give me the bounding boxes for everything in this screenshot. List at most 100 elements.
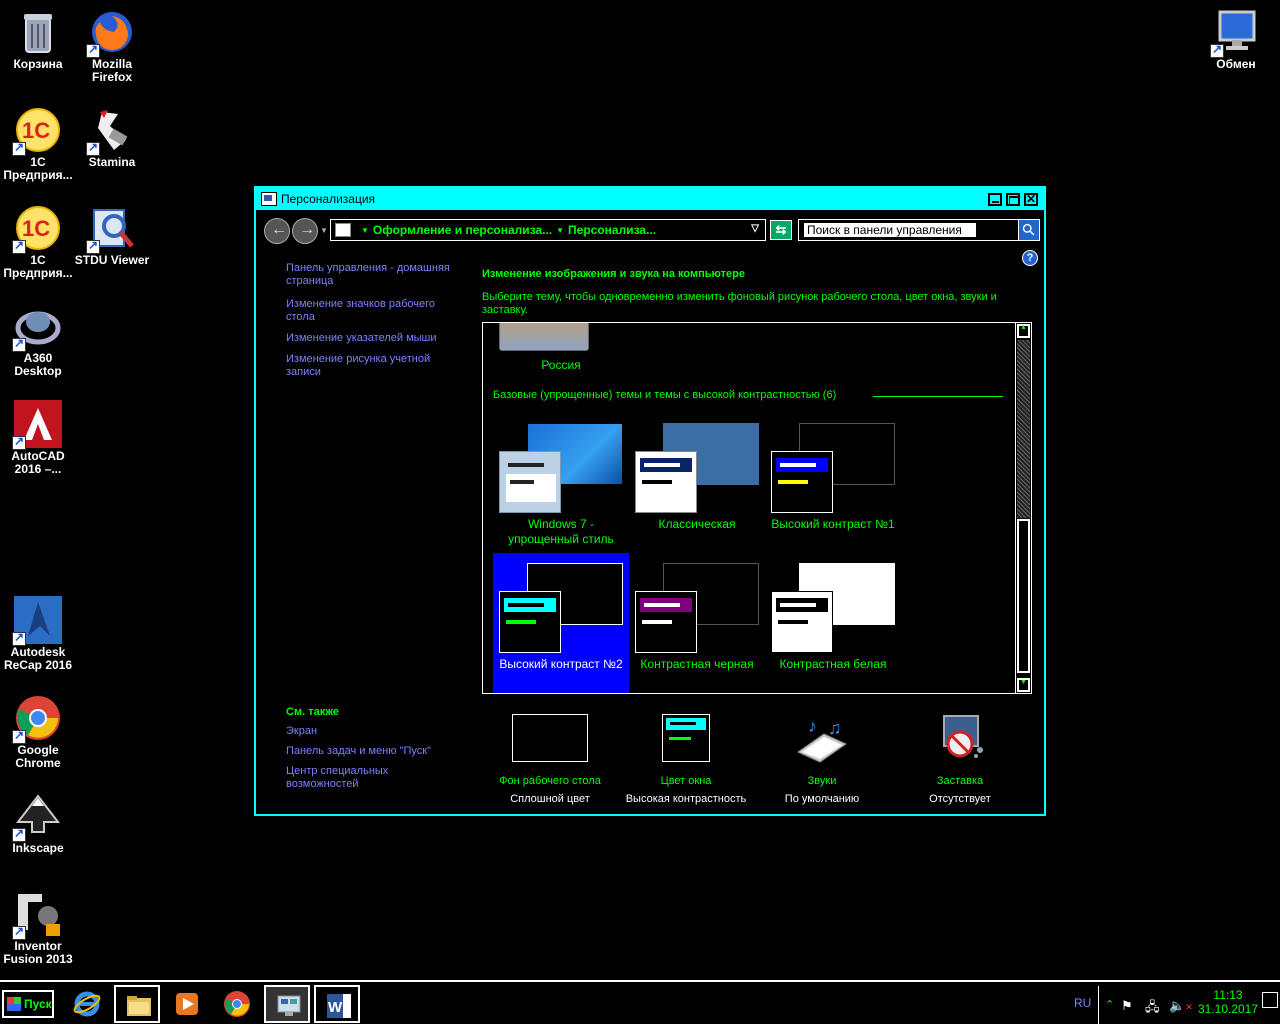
theme-russia-thumbnail[interactable] xyxy=(499,323,589,351)
taskbar-app-media-player[interactable] xyxy=(164,985,210,1023)
taskbar-app-chrome[interactable] xyxy=(214,985,260,1023)
theme-windows7-basic[interactable]: Windows 7 - упрощенный стиль xyxy=(493,413,629,553)
breadcrumb-item[interactable]: Персонализа... xyxy=(568,223,656,237)
theme-preview-window xyxy=(771,591,833,653)
help-button[interactable]: ? xyxy=(1022,250,1038,266)
desktop-icon-1c-a[interactable]: 1С 1C Предприя... xyxy=(0,106,76,182)
clock[interactable]: 11:13 31.10.2017 xyxy=(1190,988,1266,1016)
forward-button[interactable] xyxy=(292,218,318,244)
window-title: Персонализация xyxy=(281,192,376,206)
search-input[interactable] xyxy=(803,222,977,238)
desktop-icon-a360[interactable]: A360 Desktop xyxy=(0,302,76,378)
link-taskbar-start-menu[interactable]: Панель задач и меню "Пуск" xyxy=(286,745,462,758)
search-box[interactable] xyxy=(798,219,1020,241)
start-button[interactable]: Пуск xyxy=(2,990,54,1018)
desktop-icon-obmen[interactable]: Обмен xyxy=(1198,8,1274,71)
folder-icon xyxy=(127,996,151,1016)
theme-label: Высокий контраст №1 xyxy=(771,517,895,531)
shortcut-arrow-icon xyxy=(12,336,26,352)
scroll-down-button[interactable] xyxy=(1017,678,1030,692)
minimize-button[interactable] xyxy=(988,193,1002,206)
setting-name[interactable]: Фон рабочего стола xyxy=(482,774,618,788)
desktop-icon-label: AutoCAD 2016 –... xyxy=(11,449,65,476)
title-bar[interactable]: Персонализация xyxy=(256,188,1044,210)
chevron-right-icon[interactable]: ▼ xyxy=(556,226,564,235)
desktop-icon-recap[interactable]: Autodesk ReCap 2016 xyxy=(0,596,76,672)
desktop-icon-inventor-fusion[interactable]: Inventor Fusion 2013 xyxy=(0,890,76,966)
desktop-icon-firefox[interactable]: Mozilla Firefox xyxy=(74,8,150,84)
show-desktop-button[interactable] xyxy=(1262,992,1278,1008)
theme-high-contrast-2[interactable]: Высокий контраст №2 xyxy=(493,553,629,693)
shortcut-arrow-icon xyxy=(1210,42,1224,58)
desktop-icon-label: Inkscape xyxy=(12,841,64,855)
link-ease-of-access[interactable]: Центр специальных возможностей xyxy=(286,765,462,791)
taskbar-app-explorer[interactable] xyxy=(114,985,160,1023)
setting-sounds[interactable]: ♪ ♫ Звуки По умолчанию xyxy=(754,714,890,806)
desktop-icon-inkscape[interactable]: Inkscape xyxy=(0,792,76,855)
theme-contrast-black[interactable]: Контрастная черная xyxy=(629,553,765,693)
theme-preview-window xyxy=(635,591,697,653)
setting-desktop-background[interactable]: Фон рабочего стола Сплошной цвет xyxy=(482,714,618,806)
taskbar-app-word[interactable]: W xyxy=(314,985,360,1023)
setting-window-color[interactable]: Цвет окна Высокая контрастность xyxy=(618,714,754,806)
1c-icon: 1С xyxy=(12,106,62,156)
link-change-mouse-pointers[interactable]: Изменение указателей мыши xyxy=(286,332,462,345)
taskbar-app-control-panel[interactable] xyxy=(264,985,310,1023)
desktop-icon-label: Обмен xyxy=(1216,57,1256,71)
language-indicator[interactable]: RU xyxy=(1074,996,1091,1010)
desktop-icon-1c-b[interactable]: 1С 1C Предприя... xyxy=(0,204,76,280)
show-hidden-icons-icon[interactable]: ⌃ xyxy=(1105,998,1114,1011)
link-control-panel-home[interactable]: Панель управления - домашняя страница xyxy=(286,262,462,288)
setting-screensaver[interactable]: Заставка Отсутствует xyxy=(892,714,1028,806)
desktop-icon-label: 1C Предприя... xyxy=(3,155,73,182)
theme-russia-label[interactable]: Россия xyxy=(499,358,623,372)
link-display[interactable]: Экран xyxy=(286,725,462,738)
action-center-flag-icon[interactable]: ⚑ xyxy=(1121,998,1133,1014)
theme-classic[interactable]: Классическая xyxy=(629,413,765,553)
desktop-icon-stdu-viewer[interactable]: STDU Viewer xyxy=(74,204,150,267)
recent-pages-dropdown-icon[interactable]: ▼ xyxy=(320,226,328,235)
theme-list-scrollbar[interactable] xyxy=(1015,323,1031,693)
recap-icon xyxy=(12,596,62,646)
close-button[interactable] xyxy=(1024,192,1038,206)
taskbar-app-ie[interactable] xyxy=(64,985,110,1023)
theme-contrast-white[interactable]: Контрастная белая xyxy=(765,553,901,693)
desktop-icon-label: STDU Viewer xyxy=(74,253,150,267)
refresh-button[interactable]: ⇆ xyxy=(770,220,792,240)
desktop-icon-stamina[interactable]: Stamina xyxy=(74,106,150,169)
setting-name[interactable]: Заставка xyxy=(892,774,1028,788)
back-button[interactable] xyxy=(264,218,290,244)
stamina-icon xyxy=(86,106,136,156)
link-change-account-picture[interactable]: Изменение рисунка учетной записи xyxy=(286,353,462,379)
desktop-icon-recycle-bin[interactable]: Корзина xyxy=(0,8,76,71)
network-icon[interactable]: 🖧 xyxy=(1145,998,1160,1020)
setting-name[interactable]: Цвет окна xyxy=(618,774,754,788)
scroll-track[interactable] xyxy=(1017,340,1030,518)
see-also-section: См. также Экран Панель задач и меню "Пус… xyxy=(286,706,462,798)
maximize-button[interactable] xyxy=(1006,193,1020,206)
control-panel-icon xyxy=(335,223,351,237)
theme-label: Контрастная черная xyxy=(640,657,754,671)
desktop-icon-autocad[interactable]: AutoCAD 2016 –... xyxy=(0,400,76,476)
scroll-up-button[interactable] xyxy=(1017,324,1030,338)
taskbar: Пуск W RU ⌃ ⚑ 🖧 🔈✕ 11:13 31.10.2017 xyxy=(0,980,1280,1024)
sounds-icon: ♪ ♫ xyxy=(784,714,860,764)
start-label: Пуск xyxy=(24,997,52,1011)
theme-label: Классическая xyxy=(658,517,736,531)
address-bar[interactable]: ▼ Оформление и персонализа... ▼ Персонал… xyxy=(330,219,766,241)
breadcrumb-item[interactable]: Оформление и персонализа... xyxy=(373,223,552,237)
scroll-thumb[interactable] xyxy=(1017,519,1030,673)
page-description: Выберите тему, чтобы одновременно измени… xyxy=(482,291,997,316)
setting-name[interactable]: Звуки xyxy=(754,774,890,788)
desktop-icon-chrome[interactable]: Google Chrome xyxy=(0,694,76,770)
desktop-icon-label: A360 Desktop xyxy=(14,351,62,378)
chrome-icon xyxy=(12,694,62,744)
word-icon: W xyxy=(327,994,351,1018)
search-button[interactable] xyxy=(1018,219,1040,241)
1c-icon: 1С xyxy=(12,204,62,254)
chevron-right-icon[interactable]: ▼ xyxy=(361,226,369,235)
theme-high-contrast-1[interactable]: Высокий контраст №1 xyxy=(765,413,901,553)
personalization-window: Персонализация ▼ ▼ Оформление и персонал… xyxy=(254,186,1046,816)
address-dropdown-icon[interactable]: ▽ xyxy=(751,223,759,234)
link-change-desktop-icons[interactable]: Изменение значков рабочего стола xyxy=(286,298,462,324)
